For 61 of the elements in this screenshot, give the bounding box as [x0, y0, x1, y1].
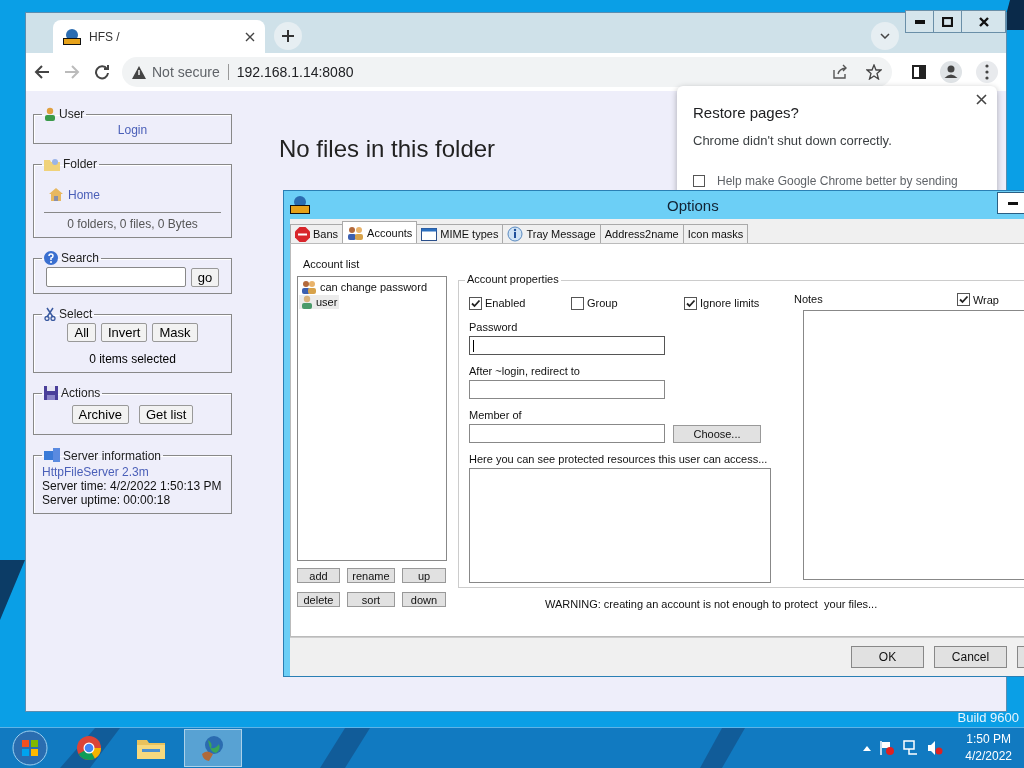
list-button[interactable]: sort: [347, 592, 395, 607]
panel-title: Folder: [63, 157, 97, 171]
panel-title: Search: [61, 251, 100, 265]
selection-status: 0 items selected: [89, 352, 176, 366]
list-button[interactable]: down: [402, 592, 446, 607]
field-label: Password: [469, 321, 519, 333]
checkbox-label: Wrap: [972, 293, 999, 306]
list-button[interactable]: rename: [347, 568, 395, 583]
address-bar[interactable]: Not secure 192.168.1.14:8080: [122, 57, 892, 87]
security-label: Not secure: [152, 64, 229, 80]
account-item[interactable]: user: [299, 295, 340, 309]
dialog-button[interactable]: Cancel: [934, 646, 1007, 668]
login-link[interactable]: Login: [117, 123, 148, 137]
desktop-build-text: Build 9600: [957, 710, 1019, 725]
dialog-tab[interactable]: Accounts: [342, 221, 418, 243]
clock-date: 4/2/2022: [965, 748, 1012, 765]
warning-text: WARNING: creating an account is not enough to protect your files...: [545, 598, 879, 610]
dialog-button[interactable]: OK: [851, 646, 924, 668]
popup-message: Chrome didn't shut down correctly.: [693, 133, 893, 148]
dialog-tab[interactable]: Tray Message: [502, 224, 601, 243]
dialog-tab[interactable]: Bans: [290, 224, 344, 243]
panel-title: User: [59, 107, 85, 121]
window-title: Options: [667, 196, 719, 214]
checkbox-label: Help make Google Chrome better by sending: [717, 174, 958, 188]
list-button[interactable]: up: [402, 568, 446, 583]
clock-time: 1:50 PM: [966, 731, 1011, 748]
select-button[interactable]: Invert: [100, 323, 148, 342]
field-label: After ~login, redirect to: [469, 365, 581, 377]
server-info-line: Server time: 4/2/2022 1:50:13 PM: [42, 479, 222, 493]
list-button[interactable]: delete: [297, 592, 340, 607]
url-text: 192.168.1.14:8080: [235, 64, 355, 80]
server-info-line: Server uptime: 00:00:18: [42, 493, 172, 507]
action-button[interactable]: Archive: [71, 405, 129, 424]
browser-tab[interactable]: HFS /: [53, 20, 265, 53]
checkbox-label: Ignore limits: [700, 297, 760, 309]
account-list-label: Account list: [303, 258, 361, 270]
dialog-tab[interactable]: Icon masks: [682, 224, 749, 243]
field-label: Member of: [469, 409, 523, 421]
panel-title: Select: [59, 307, 93, 321]
select-button[interactable]: All: [67, 323, 96, 342]
notes-label: Notes: [794, 293, 823, 306]
choose-button[interactable]: Choose...: [673, 424, 761, 443]
field-label: Here you can see protected resources this user can access...: [469, 453, 769, 465]
home-link[interactable]: Home: [68, 187, 100, 202]
account-item[interactable]: can change password: [299, 280, 429, 294]
list-button[interactable]: add: [297, 568, 340, 583]
clock[interactable]: 1:50 PM 4/2/2022: [965, 731, 1012, 765]
go-button[interactable]: go: [190, 267, 220, 287]
popup-title: Restore pages?: [693, 104, 800, 121]
server-link[interactable]: HttpFileServer 2.3m: [42, 465, 222, 479]
panel-title: Actions: [61, 386, 101, 400]
dialog-tab[interactable]: MIME types: [416, 224, 504, 243]
folder-summary: 0 folders, 0 files, 0 Bytes: [67, 217, 198, 231]
panel-title: Server information: [63, 448, 162, 463]
checkbox-label: Group: [587, 297, 618, 309]
tab-title: HFS /: [89, 29, 121, 44]
group-label: Account properties: [465, 273, 561, 285]
select-button[interactable]: Mask: [152, 323, 198, 342]
empty-folder-message: No files in this folder: [279, 135, 496, 163]
checkbox-label: Enabled: [485, 297, 526, 309]
action-button[interactable]: Get list: [138, 405, 194, 424]
